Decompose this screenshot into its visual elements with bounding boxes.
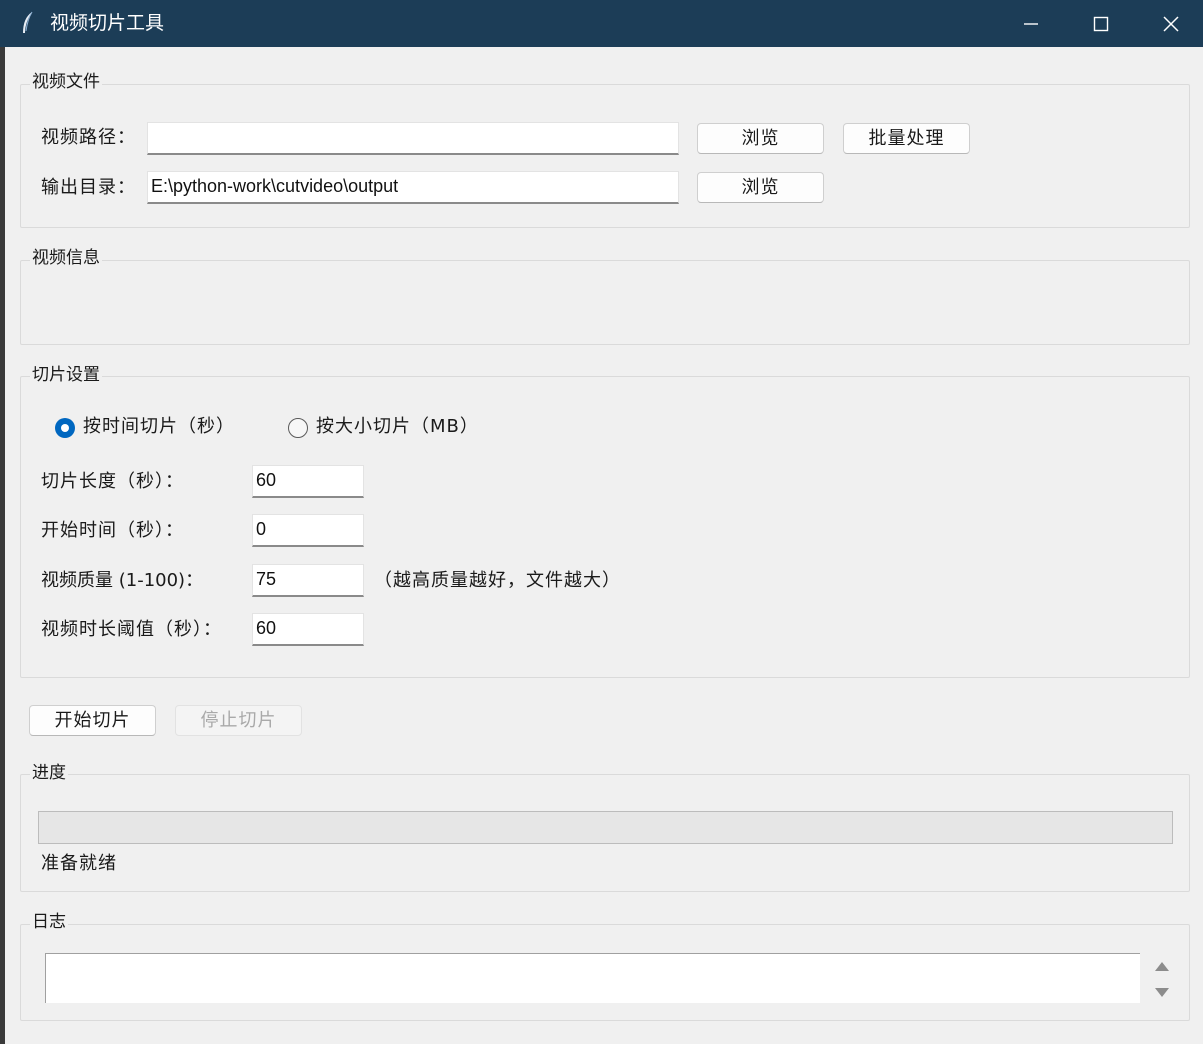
close-icon bbox=[1163, 16, 1179, 32]
progress-group-title: 进度 bbox=[30, 762, 68, 784]
close-button[interactable] bbox=[1136, 0, 1203, 47]
video-file-group-title: 视频文件 bbox=[30, 71, 102, 93]
video-info-group bbox=[20, 260, 1190, 345]
slice-length-label: 切片长度（秒）： bbox=[41, 471, 184, 492]
start-slice-button[interactable]: 开始切片 bbox=[29, 705, 156, 736]
progress-bar bbox=[38, 811, 1173, 844]
slice-by-size-radio[interactable] bbox=[288, 418, 308, 438]
progress-status: 准备就绪 bbox=[41, 853, 117, 874]
slice-by-size-label[interactable]: 按大小切片（MB） bbox=[316, 415, 479, 439]
video-info-group-title: 视频信息 bbox=[30, 247, 102, 269]
stop-slice-button: 停止切片 bbox=[175, 705, 302, 736]
feather-icon bbox=[23, 11, 33, 33]
start-time-input[interactable]: 0 bbox=[252, 514, 364, 547]
video-quality-hint: （越高质量越好，文件越大） bbox=[374, 570, 621, 591]
log-textarea[interactable] bbox=[45, 953, 1140, 1003]
maximize-icon bbox=[1093, 16, 1109, 32]
title-bar[interactable]: 视频切片工具 bbox=[0, 0, 1203, 47]
slice-by-time-radio[interactable] bbox=[55, 418, 75, 438]
log-scrollbar[interactable] bbox=[1145, 953, 1177, 1005]
output-dir-label: 输出目录： bbox=[41, 177, 136, 198]
log-group-title: 日志 bbox=[30, 911, 68, 933]
browse-output-button[interactable]: 浏览 bbox=[697, 172, 824, 203]
slice-length-input[interactable]: 60 bbox=[252, 465, 364, 498]
duration-threshold-label: 视频时长阈值（秒）： bbox=[41, 619, 222, 640]
batch-process-button[interactable]: 批量处理 bbox=[843, 123, 970, 154]
scroll-down-icon[interactable] bbox=[1155, 988, 1169, 997]
output-dir-input[interactable]: E:\python-work\cutvideo\output bbox=[147, 171, 679, 204]
slice-by-time-label[interactable]: 按时间切片（秒） bbox=[83, 415, 235, 439]
video-path-label: 视频路径： bbox=[41, 127, 136, 148]
video-file-group bbox=[20, 84, 1190, 228]
window-title: 视频切片工具 bbox=[50, 12, 165, 34]
scroll-up-icon[interactable] bbox=[1155, 962, 1169, 971]
minimize-icon bbox=[1024, 23, 1038, 25]
duration-threshold-input[interactable]: 60 bbox=[252, 613, 364, 646]
video-path-input[interactable] bbox=[147, 122, 679, 155]
minimize-button[interactable] bbox=[996, 0, 1066, 47]
slice-settings-group-title: 切片设置 bbox=[30, 364, 102, 386]
browse-video-button[interactable]: 浏览 bbox=[697, 123, 824, 154]
video-quality-input[interactable]: 75 bbox=[252, 564, 364, 597]
start-time-label: 开始时间（秒）： bbox=[41, 520, 184, 541]
maximize-button[interactable] bbox=[1066, 0, 1136, 47]
background-window-edge bbox=[0, 47, 5, 1044]
video-quality-label: 视频质量 (1-100)： bbox=[41, 570, 204, 591]
app-window: 视频切片工具 视频文件 视频路径： 浏览 批量处理 输出目录： E:\pytho… bbox=[0, 0, 1203, 1044]
